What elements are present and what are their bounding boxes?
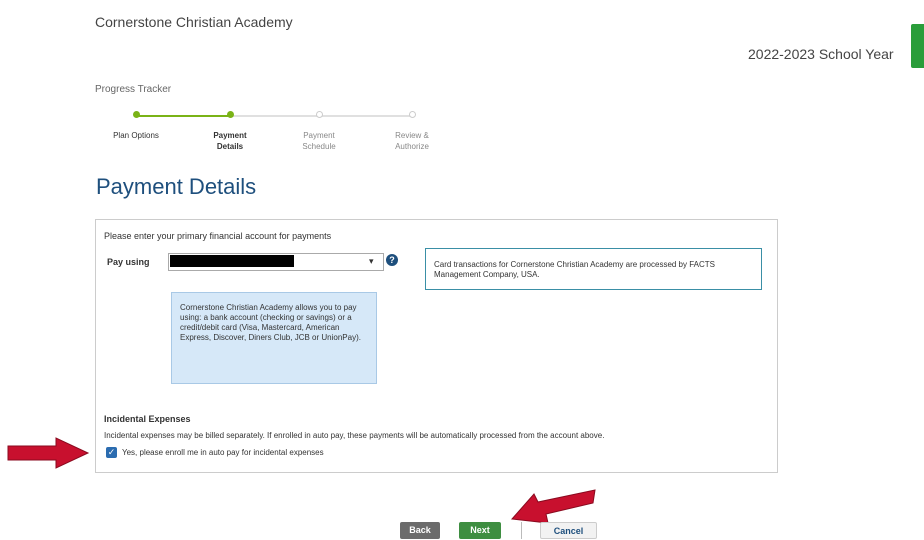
card-processing-note: Card transactions for Cornerstone Christ… xyxy=(425,248,762,290)
step-label-payment-schedule-text: Payment Schedule xyxy=(302,131,336,151)
chevron-down-icon[interactable]: ▾ xyxy=(369,256,374,267)
cancel-button[interactable]: Cancel xyxy=(540,522,597,539)
step-label-payment-schedule: Payment Schedule xyxy=(284,130,354,152)
step-dot-review-authorize xyxy=(409,111,416,118)
step-label-payment-details: Payment Details xyxy=(195,130,265,152)
incidental-expenses-description: Incidental expenses may be billed separa… xyxy=(104,431,605,440)
step-dot-plan-options xyxy=(133,111,140,118)
annotation-arrow-next-icon xyxy=(510,489,596,524)
autopay-checkbox[interactable]: ✓ xyxy=(106,447,117,458)
school-name: Cornerstone Christian Academy xyxy=(95,14,293,30)
redacted-account-value xyxy=(170,255,294,267)
school-year: 2022-2023 School Year xyxy=(748,46,894,62)
annotation-arrow-next-shape xyxy=(510,489,596,524)
step-label-review-authorize: Review & Authorize xyxy=(377,130,447,152)
step-label-payment-details-text: Payment Details xyxy=(213,131,247,151)
help-icon[interactable]: ? xyxy=(386,254,398,266)
progress-line-complete xyxy=(136,115,231,117)
annotation-arrow-checkbox-shape xyxy=(7,437,90,469)
progress-tracker-title: Progress Tracker xyxy=(95,84,172,95)
feedback-side-tab[interactable] xyxy=(911,24,924,68)
pay-using-label: Pay using xyxy=(107,257,150,267)
back-button[interactable]: Back xyxy=(400,522,440,539)
autopay-checkbox-label[interactable]: Yes, please enroll me in auto pay for in… xyxy=(122,448,324,457)
step-label-review-authorize-text: Review & Authorize xyxy=(395,131,429,151)
page-title: Payment Details xyxy=(96,174,257,199)
annotation-arrow-checkbox-icon xyxy=(7,437,90,469)
step-dot-payment-schedule xyxy=(316,111,323,118)
incidental-expenses-heading: Incidental Expenses xyxy=(104,414,191,424)
payment-methods-info: Cornerstone Christian Academy allows you… xyxy=(171,292,377,384)
step-dot-payment-details xyxy=(227,111,234,118)
next-button[interactable]: Next xyxy=(459,522,501,539)
button-divider xyxy=(521,522,522,539)
step-label-plan-options: Plan Options xyxy=(113,131,159,140)
form-instruction: Please enter your primary financial acco… xyxy=(104,231,332,241)
